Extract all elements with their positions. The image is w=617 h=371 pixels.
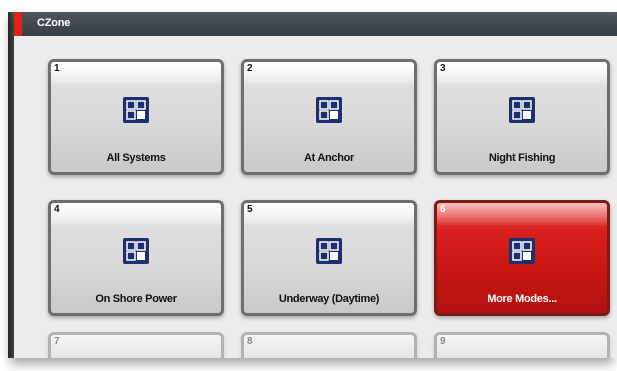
mode-number: 5 <box>247 204 253 215</box>
title-accent-bar <box>14 12 22 36</box>
mode-number: 1 <box>54 63 60 74</box>
mode-number: 4 <box>54 204 60 215</box>
mode-label: Underway (Daytime) <box>278 293 380 305</box>
mode-number: 6 <box>440 204 446 215</box>
grid-modes-icon <box>123 238 149 264</box>
grid-modes-icon <box>123 97 149 123</box>
grid-modes-icon <box>316 238 342 264</box>
mode-tile-9[interactable]: 9 <box>434 332 610 358</box>
grid-modes-icon <box>316 97 342 123</box>
mode-tile-3[interactable]: 3 Night Fishing <box>434 59 610 175</box>
mode-number: 3 <box>440 63 446 74</box>
mode-tile-8[interactable]: 8 <box>241 332 417 358</box>
mode-tile-2[interactable]: 2 At Anchor <box>241 59 417 175</box>
mode-number: 8 <box>247 336 253 347</box>
mode-tile-1[interactable]: 1 All Systems <box>48 59 224 175</box>
mode-label: On Shore Power <box>95 293 177 305</box>
mode-tile-4[interactable]: 4 On Shore Power <box>48 200 224 316</box>
grid-modes-icon <box>509 97 535 123</box>
modes-grid: 1 All Systems 2 At Anchor 3 Night Fishin… <box>14 36 617 358</box>
mode-label: More Modes... <box>487 293 557 305</box>
mode-tile-5[interactable]: 5 Underway (Daytime) <box>241 200 417 316</box>
app-title: CZone <box>37 17 71 29</box>
mode-tile-6[interactable]: 6 More Modes... <box>434 200 610 316</box>
mode-label: All Systems <box>106 152 166 164</box>
mode-tile-7[interactable]: 7 <box>48 332 224 358</box>
mode-label: At Anchor <box>303 152 355 164</box>
mode-label: Night Fishing <box>488 152 556 164</box>
mode-number: 7 <box>54 336 60 347</box>
czone-screen: CZone 1 All Systems 2 At Anchor 3 Night … <box>14 12 617 358</box>
mode-number: 2 <box>247 63 253 74</box>
title-bar: CZone <box>14 12 617 36</box>
grid-modes-icon <box>509 238 535 264</box>
mode-number: 9 <box>440 336 446 347</box>
